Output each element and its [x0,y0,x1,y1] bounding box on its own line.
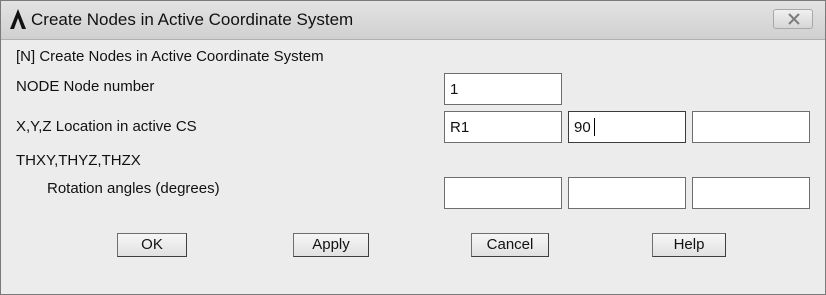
cancel-button[interactable]: Cancel [471,233,549,257]
form-heading: [N] Create Nodes in Active Coordinate Sy… [16,48,324,65]
help-button[interactable]: Help [652,233,726,257]
node-number-input[interactable] [444,73,562,105]
window-title: Create Nodes in Active Coordinate System [31,10,354,29]
ok-button[interactable]: OK [117,233,187,257]
apply-button[interactable]: Apply [293,233,369,257]
rotation-thyz-input[interactable] [568,177,686,209]
ansys-logo-icon [9,8,27,30]
location-y-input[interactable] [568,111,686,143]
text-cursor [594,118,595,136]
close-icon [788,13,800,25]
dialog-body: [N] Create Nodes in Active Coordinate Sy… [1,40,825,294]
title-bar[interactable]: Create Nodes in Active Coordinate System [1,1,825,40]
rotation-label-top: THXY,THYZ,THZX [16,152,141,169]
create-nodes-dialog: Create Nodes in Active Coordinate System… [0,0,826,295]
location-z-input[interactable] [692,111,810,143]
location-x-input[interactable] [444,111,562,143]
rotation-label-bottom: Rotation angles (degrees) [47,180,220,197]
close-button[interactable] [773,9,813,29]
rotation-thxy-input[interactable] [444,177,562,209]
node-number-label: NODE Node number [16,78,155,95]
location-label: X,Y,Z Location in active CS [16,118,197,135]
rotation-thzx-input[interactable] [692,177,810,209]
